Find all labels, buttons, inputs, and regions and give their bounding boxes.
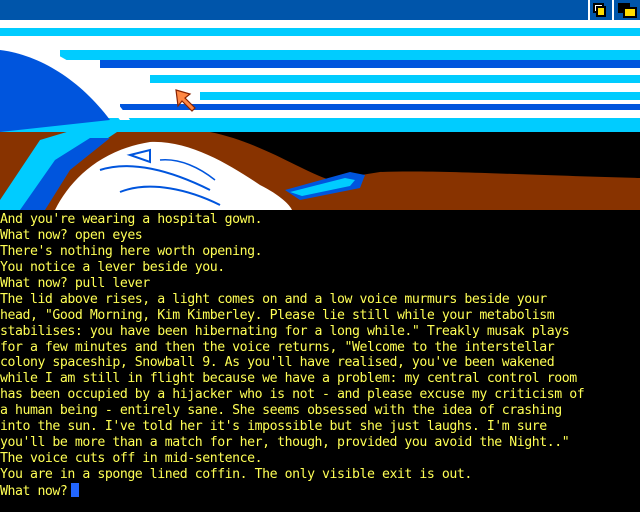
transcript-line: You notice a lever beside you. — [0, 259, 225, 275]
transcript-line: colony spaceship, Snowball 9. As you'll … — [0, 355, 555, 371]
title-bar[interactable] — [0, 0, 640, 20]
text-output: And you're wearing a hospital gown. What… — [0, 212, 640, 512]
command-input-line[interactable]: What now? — [0, 482, 640, 499]
transcript-line: What now? pull lever — [0, 275, 150, 291]
transcript-line: The voice cuts off in mid-sentence. — [0, 451, 263, 467]
transcript-line: The lid above rises, a light comes on an… — [0, 291, 547, 307]
transcript-line: head, "Good Morning, Kim Kimberley. Plea… — [0, 307, 555, 323]
hibernation-coffin-scene — [0, 20, 640, 210]
transcript-line: What now? open eyes — [0, 227, 143, 243]
transcript-line: for a few minutes and then the voice ret… — [0, 339, 555, 355]
transcript-line: And you're wearing a hospital gown. — [0, 212, 263, 227]
transcript-line: into the sun. I've told her it's impossi… — [0, 419, 547, 435]
transcript-line: while I am still in flight because we ha… — [0, 371, 577, 387]
depth-front-icon[interactable] — [612, 0, 640, 20]
transcript-line: a human being - entirely sane. She seems… — [0, 403, 562, 419]
command-prompt: What now? — [0, 483, 68, 499]
text-cursor — [71, 482, 80, 497]
transcript-line: you'll be more than a match for her, tho… — [0, 435, 570, 451]
transcript-line: stabilises: you have been hibernating fo… — [0, 323, 570, 339]
depth-back-icon[interactable] — [588, 0, 608, 20]
transcript-line: There's nothing here worth opening. — [0, 243, 263, 259]
transcript-line: You are in a sponge lined coffin. The on… — [0, 467, 472, 482]
transcript-line: has been occupied by a hijacker who is n… — [0, 387, 585, 403]
